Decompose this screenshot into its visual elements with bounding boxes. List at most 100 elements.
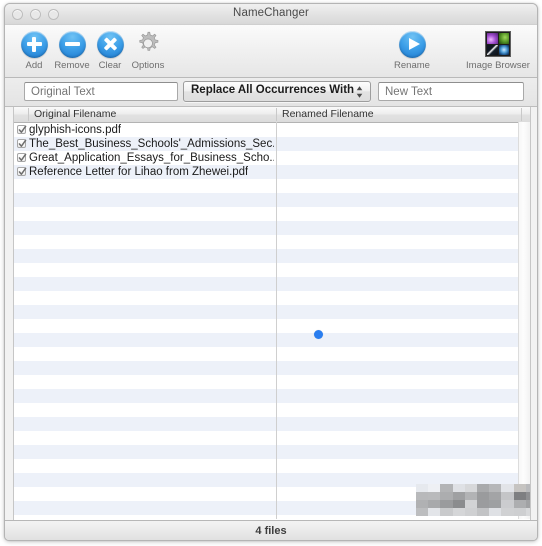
redaction-pixel	[440, 508, 453, 517]
row-original-filename: glyphish-icons.pdf	[29, 124, 122, 136]
table-row[interactable]	[14, 221, 530, 235]
table-row[interactable]	[14, 235, 530, 249]
file-table-area: Original Filename Renamed Filename glyph…	[5, 107, 537, 520]
table-row[interactable]	[14, 291, 530, 305]
vertical-scrollbar[interactable]	[518, 122, 530, 519]
find-replace-bar: Replace All Occurrences With	[5, 78, 537, 107]
redaction-pixel	[416, 500, 429, 509]
table-row[interactable]	[14, 403, 530, 417]
redaction-pixel	[477, 484, 490, 493]
redaction-pixel	[452, 508, 465, 517]
gear-icon	[119, 29, 177, 59]
table-body[interactable]: glyphish-icons.pdf The_Best_Business_Scho…	[14, 123, 530, 520]
column-header-original-filename[interactable]: Original Filename	[28, 108, 276, 121]
toolbar-label-rename: Rename	[394, 60, 430, 71]
toolbar: Add Remove Clear Options Rename Image Br…	[5, 25, 537, 78]
redaction-pixel	[501, 508, 514, 517]
redaction-pixel	[440, 500, 453, 509]
table-row[interactable]: Reference Letter for Lihao from Zhewei.p…	[14, 165, 530, 179]
status-bar: 4 files	[5, 520, 537, 540]
redaction-pixel	[525, 500, 530, 509]
new-text-input[interactable]	[378, 82, 524, 101]
name-changer-window: NameChanger Add Remove Clear Options Ren…	[4, 3, 538, 541]
table-header-row: Original Filename Renamed Filename	[14, 107, 530, 123]
table-row[interactable]	[14, 333, 530, 347]
redaction-pixel	[501, 492, 514, 501]
redaction-pixel	[464, 500, 477, 509]
row-checkbox[interactable]	[17, 153, 27, 162]
redaction-pixel	[513, 500, 526, 509]
table-row[interactable]	[14, 305, 530, 319]
redaction-pixel	[477, 500, 490, 509]
toolbar-button-rename[interactable]: Rename	[383, 29, 441, 71]
redaction-pixel	[489, 508, 502, 517]
table-row[interactable]	[14, 207, 530, 221]
table-row[interactable]	[14, 263, 530, 277]
table-row[interactable]	[14, 319, 530, 333]
original-text-input[interactable]	[24, 82, 178, 101]
redaction-pixel	[416, 484, 429, 493]
table-row[interactable]	[14, 361, 530, 375]
table-row[interactable]	[14, 193, 530, 207]
selection-dot-indicator	[314, 330, 323, 339]
redaction-pixel	[513, 492, 526, 501]
redaction-pixel	[525, 492, 530, 501]
column-divider	[276, 122, 277, 519]
redaction-pixel	[501, 484, 514, 493]
table-row[interactable]: The_Best_Business_Schools'_Admissions_Se…	[14, 137, 530, 151]
redaction-pixel	[452, 484, 465, 493]
toolbar-label-options: Options	[131, 60, 165, 71]
window-title: NameChanger	[233, 7, 309, 19]
row-checkbox[interactable]	[17, 125, 27, 134]
table-row[interactable]	[14, 431, 530, 445]
table-row[interactable]	[14, 417, 530, 431]
image-browser-icon	[460, 29, 536, 59]
redaction-pixel	[416, 508, 429, 517]
toolbar-button-image-browser[interactable]: Image Browser	[460, 29, 536, 71]
table-row[interactable]	[14, 249, 530, 263]
row-original-filename: Great_Application_Essays_for_Business_Sc…	[29, 152, 274, 164]
replace-mode-popup[interactable]: Replace All Occurrences With	[183, 81, 371, 102]
redaction-pixel	[489, 484, 502, 493]
table-row[interactable]	[14, 375, 530, 389]
redaction-pixel	[525, 508, 530, 517]
table-row[interactable]	[14, 277, 530, 291]
title-bar: NameChanger	[5, 4, 537, 25]
row-original-filename: Reference Letter for Lihao from Zhewei.p…	[29, 166, 249, 178]
redacted-pixelated-region	[416, 484, 530, 517]
redaction-pixel	[513, 508, 526, 517]
table-row[interactable]: Great_Application_Essays_for_Business_Sc…	[14, 151, 530, 165]
row-checkbox[interactable]	[17, 139, 27, 148]
redaction-pixel	[464, 484, 477, 493]
redaction-pixel	[452, 492, 465, 501]
row-original-filename: The_Best_Business_Schools'_Admissions_Se…	[29, 138, 274, 150]
table-row[interactable]	[14, 347, 530, 361]
redaction-pixel	[440, 492, 453, 501]
redaction-pixel	[428, 484, 441, 493]
row-checkbox[interactable]	[17, 167, 27, 176]
redaction-pixel	[525, 484, 530, 493]
toolbar-button-options[interactable]: Options	[119, 29, 177, 71]
chevron-updown-icon	[356, 86, 363, 98]
redaction-pixel	[501, 500, 514, 509]
redaction-pixel	[489, 492, 502, 501]
replace-mode-label: Replace All Occurrences With	[191, 84, 355, 96]
redaction-pixel	[477, 492, 490, 501]
redaction-pixel	[489, 500, 502, 509]
table-row[interactable]: glyphish-icons.pdf	[14, 123, 530, 137]
redaction-pixel	[477, 508, 490, 517]
redaction-pixel	[428, 508, 441, 517]
table-row[interactable]	[14, 445, 530, 459]
table-row[interactable]	[14, 459, 530, 473]
table-row[interactable]	[14, 389, 530, 403]
redaction-pixel	[513, 484, 526, 493]
redaction-pixel	[464, 508, 477, 517]
redaction-pixel	[428, 500, 441, 509]
redaction-pixel	[452, 500, 465, 509]
redaction-pixel	[440, 484, 453, 493]
play-circle-icon	[383, 29, 441, 59]
toolbar-label-image-browser: Image Browser	[466, 60, 530, 71]
table-row[interactable]	[14, 179, 530, 193]
redaction-pixel	[416, 492, 429, 501]
column-header-renamed-filename[interactable]: Renamed Filename	[276, 108, 521, 121]
